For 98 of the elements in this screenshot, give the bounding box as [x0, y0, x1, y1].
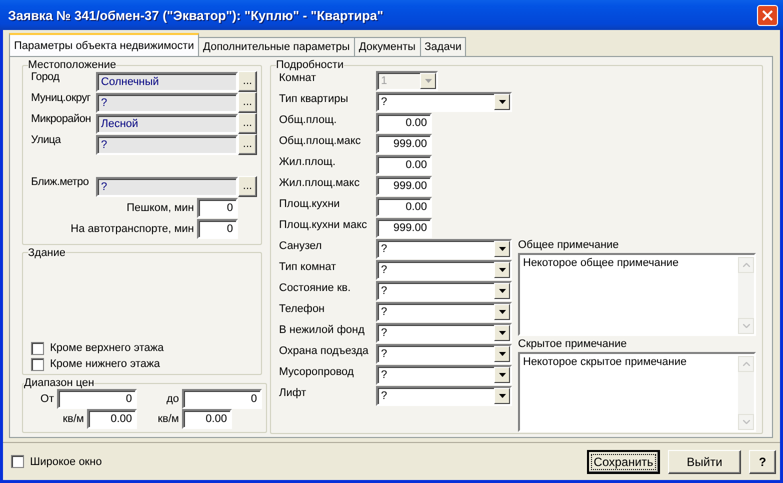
note-field[interactable]: Некоторое общее примечание [518, 253, 756, 336]
note-field[interactable]: Некоторое скрытое примечание [518, 352, 756, 432]
scrollbar[interactable] [738, 356, 754, 430]
dropdown[interactable]: ? [376, 281, 512, 301]
caret-icon [498, 331, 506, 335]
dropdown[interactable]: ? [376, 386, 512, 406]
number-field[interactable]: 0.00 [376, 113, 432, 133]
checkbox[interactable] [11, 455, 24, 468]
caret-icon [498, 100, 506, 104]
checkbox-label: Широкое окно [30, 456, 102, 468]
number-field[interactable]: 999.00 [376, 218, 432, 238]
field-label: Общее примечание [518, 239, 620, 253]
number-field[interactable]: 0 [197, 198, 238, 218]
browse-button[interactable]: ... [238, 92, 257, 113]
scrollbar[interactable] [738, 257, 754, 334]
number-field[interactable]: 0 [197, 218, 238, 238]
checkbox[interactable] [31, 342, 44, 354]
chevron-down-icon [742, 324, 750, 328]
group-title: Подробности [276, 59, 344, 71]
group-title: Диапазон цен [24, 377, 94, 389]
field-label: Жил.площ.макс [279, 176, 361, 189]
field-label: Общ.площ.макс [279, 134, 362, 147]
field-label: Муниц.округ [31, 92, 92, 104]
field-label: Микрорайон [31, 113, 92, 125]
number-field[interactable]: 0 [57, 389, 137, 409]
caret-icon [498, 373, 506, 377]
number-field[interactable]: 0.00 [87, 409, 137, 429]
field-label: Жил.площ. [279, 155, 336, 168]
field-label: Пешком, мин [126, 202, 194, 214]
checkbox-label: Кроме верхнего этажа [50, 342, 164, 354]
caret-icon [424, 79, 432, 83]
field-label: кв/м [156, 413, 180, 425]
number-field[interactable]: 0.00 [376, 197, 432, 217]
field-label: Площ.кухни [279, 197, 341, 210]
save-button[interactable]: Сохранить [587, 450, 660, 474]
field-label: Телефон [279, 302, 326, 315]
caret-icon [498, 289, 506, 293]
caret-icon [498, 268, 506, 272]
dropdown[interactable]: ? [376, 344, 512, 364]
number-field[interactable]: 999.00 [376, 134, 432, 154]
text-field[interactable]: ? [96, 134, 238, 154]
field-label: кв/м [62, 413, 85, 425]
group-title: Здание [28, 246, 66, 259]
window-title: Заявка № 341/обмен-37 ("Экватор"): "Куплю" - "Квартира" [8, 8, 384, 22]
dropdown[interactable]: ? [376, 260, 512, 280]
field-label: Санузел [279, 239, 323, 252]
browse-button[interactable]: ... [238, 134, 257, 155]
field-label: Улица [31, 134, 62, 146]
browse-button[interactable]: ... [238, 71, 257, 92]
field-label: Мусоропровод [279, 365, 355, 378]
close-icon [762, 10, 773, 20]
dropdown[interactable]: ? [376, 92, 512, 112]
field-label: Лифт [279, 386, 308, 399]
caret-icon [498, 394, 506, 398]
field-label: На автотранспорте, мин [70, 222, 194, 234]
tab[interactable]: Дополнительные параметры [198, 37, 355, 56]
field-label: до [165, 393, 180, 405]
close-button[interactable] [757, 4, 778, 26]
text-field[interactable]: ? [96, 176, 238, 196]
tab[interactable]: Параметры объекта недвижимости [9, 33, 199, 56]
field-label: Общ.площ. [279, 113, 338, 126]
checkbox-label: Кроме нижнего этажа [50, 358, 160, 370]
number-field[interactable]: 999.00 [376, 176, 432, 196]
field-label: Комнат [279, 71, 318, 84]
number-field[interactable]: 0.00 [182, 409, 232, 429]
browse-button[interactable]: ... [238, 113, 257, 134]
field-label: Скрытое примечание [518, 338, 628, 352]
caret-icon [498, 310, 506, 314]
tab[interactable]: Документы [354, 37, 421, 56]
dropdown[interactable]: ? [376, 239, 512, 259]
dropdown[interactable]: ? [376, 323, 512, 343]
dropdown[interactable]: ? [376, 302, 512, 322]
field-label: Охрана подъезда [279, 344, 370, 357]
field-label: Тип квартиры [279, 92, 350, 105]
text-field[interactable]: ? [96, 92, 238, 112]
caret-icon [498, 247, 506, 251]
group-title: Местоположение [28, 59, 116, 71]
field-label: Город [31, 71, 60, 83]
tab[interactable]: Задачи [420, 37, 466, 56]
number-field[interactable]: 0 [182, 389, 262, 409]
browse-button[interactable]: ... [238, 176, 257, 197]
field-label: От [39, 393, 55, 405]
caret-icon [498, 352, 506, 356]
chevron-down-icon [742, 420, 750, 424]
field-label: В нежилой фонд [279, 323, 366, 336]
field-label: Площ.кухни макс [279, 218, 368, 231]
field-label: Тип комнат [279, 260, 337, 273]
help-button[interactable]: ? [749, 450, 776, 474]
chevron-up-icon [742, 362, 750, 366]
number-field[interactable]: 0.00 [376, 155, 432, 175]
text-field[interactable]: Лесной [96, 114, 238, 134]
exit-button[interactable]: Выйти [668, 450, 741, 474]
text-field[interactable]: Солнечный [96, 72, 238, 92]
field-label: Ближ.метро [31, 176, 90, 188]
checkbox[interactable] [31, 358, 44, 370]
field-label: Состояние кв. [279, 281, 352, 294]
dropdown[interactable]: ? [376, 365, 512, 385]
chevron-up-icon [742, 263, 750, 267]
